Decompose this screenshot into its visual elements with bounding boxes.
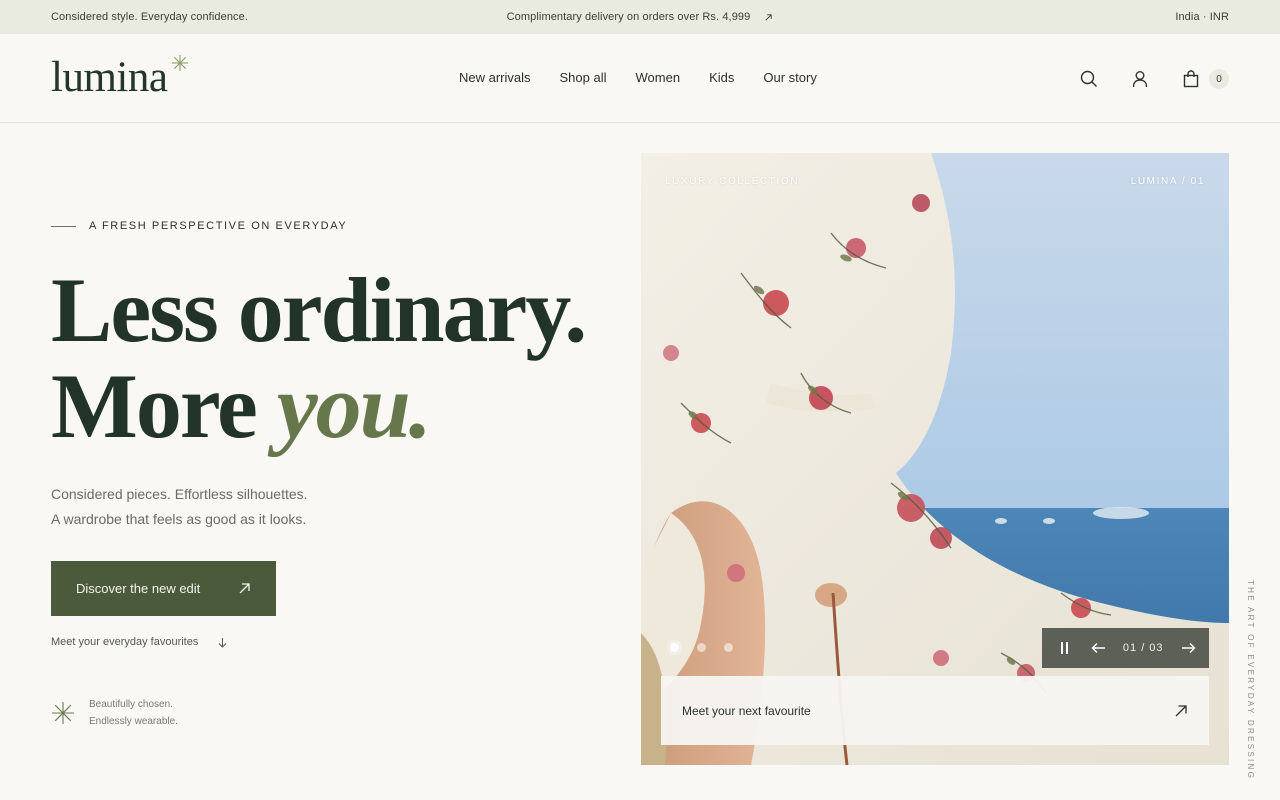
slide-dots bbox=[670, 643, 733, 652]
delivery-announcement[interactable]: Complimentary delivery on orders over Rs… bbox=[507, 11, 774, 23]
announcement-bar: Considered style. Everyday confidence. C… bbox=[0, 0, 1280, 34]
nav-women[interactable]: Women bbox=[636, 70, 681, 85]
subtitle-line-2: A wardrobe that feels as good as it look… bbox=[51, 511, 307, 527]
hero-slider[interactable]: LUXURY COLLECTION LUMINA / 01 01 / 03 Me… bbox=[641, 153, 1229, 765]
brand-promise: Beautifully chosen. Endlessly wearable. bbox=[51, 696, 178, 730]
brand-promise-text: Beautifully chosen. Endlessly wearable. bbox=[89, 696, 178, 730]
nav-new-arrivals[interactable]: New arrivals bbox=[459, 70, 531, 85]
arrow-up-right-icon bbox=[765, 13, 773, 21]
arrow-right-icon[interactable] bbox=[1179, 639, 1197, 657]
pause-icon[interactable] bbox=[1056, 639, 1074, 657]
eyebrow-rule bbox=[51, 225, 76, 227]
main-nav: New arrivals Shop all Women Kids Our sto… bbox=[459, 70, 817, 85]
hero-headline: Less ordinary. More you. bbox=[51, 259, 587, 457]
bag-icon[interactable] bbox=[1180, 68, 1202, 90]
collection-label: LUXURY COLLECTION bbox=[665, 176, 800, 187]
header-actions: 0 bbox=[1078, 68, 1229, 90]
sparkle-icon bbox=[52, 702, 74, 724]
subtitle-line-1: Considered pieces. Effortless silhouette… bbox=[51, 486, 308, 502]
arrow-down-icon bbox=[219, 637, 227, 648]
locale-selector[interactable]: India · INR bbox=[773, 11, 1229, 23]
brand-name: lumina bbox=[51, 53, 168, 101]
arrow-left-icon[interactable] bbox=[1089, 639, 1107, 657]
headline-line-1: Less ordinary. bbox=[51, 259, 587, 361]
eyebrow-text: A FRESH PERSPECTIVE ON EVERYDAY bbox=[89, 220, 348, 232]
slide-counter: 01 / 03 bbox=[1122, 642, 1164, 654]
announcement-tagline: Considered style. Everyday confidence. bbox=[51, 11, 249, 23]
slide-label: LUMINA / 01 bbox=[1130, 176, 1205, 187]
promise-line-1: Beautifully chosen. bbox=[89, 699, 173, 710]
promise-line-2: Endlessly wearable. bbox=[89, 716, 178, 727]
user-icon[interactable] bbox=[1129, 68, 1151, 90]
discover-button-label: Discover the new edit bbox=[76, 581, 201, 596]
brand-logo[interactable]: lumina bbox=[51, 53, 189, 101]
next-favourite-label: Meet your next favourite bbox=[682, 703, 811, 718]
search-icon[interactable] bbox=[1078, 68, 1100, 90]
hero-subtitle: Considered pieces. Effortless silhouette… bbox=[51, 482, 308, 532]
everyday-favourites-label: Meet your everyday favourites bbox=[51, 636, 199, 648]
side-tagline: THE ART OF EVERYDAY DRESSING bbox=[1246, 580, 1255, 781]
cart-count-badge[interactable]: 0 bbox=[1209, 69, 1229, 89]
sparkle-icon bbox=[172, 54, 189, 71]
slide-dot-2[interactable] bbox=[697, 643, 706, 652]
nav-kids[interactable]: Kids bbox=[709, 70, 734, 85]
site-header: lumina New arrivals Shop all Women Kids … bbox=[0, 34, 1280, 123]
headline-accent: you. bbox=[276, 355, 432, 457]
everyday-favourites-link[interactable]: Meet your everyday favourites bbox=[51, 636, 227, 648]
arrow-up-right-icon bbox=[239, 583, 250, 594]
headline-line-2a: More bbox=[51, 355, 277, 457]
next-favourite-card[interactable]: Meet your next favourite bbox=[661, 676, 1209, 745]
slider-controls: 01 / 03 bbox=[1042, 628, 1209, 668]
slide-dot-1[interactable] bbox=[670, 643, 679, 652]
delivery-text: Complimentary delivery on orders over Rs… bbox=[506, 11, 751, 23]
nav-our-story[interactable]: Our story bbox=[763, 70, 816, 85]
arrow-up-right-icon bbox=[1175, 704, 1187, 716]
discover-button[interactable]: Discover the new edit bbox=[51, 561, 276, 616]
hero-photo bbox=[641, 153, 1229, 765]
hero-eyebrow: A FRESH PERSPECTIVE ON EVERYDAY bbox=[51, 220, 347, 232]
slide-dot-3[interactable] bbox=[724, 643, 733, 652]
nav-shop-all[interactable]: Shop all bbox=[560, 70, 607, 85]
